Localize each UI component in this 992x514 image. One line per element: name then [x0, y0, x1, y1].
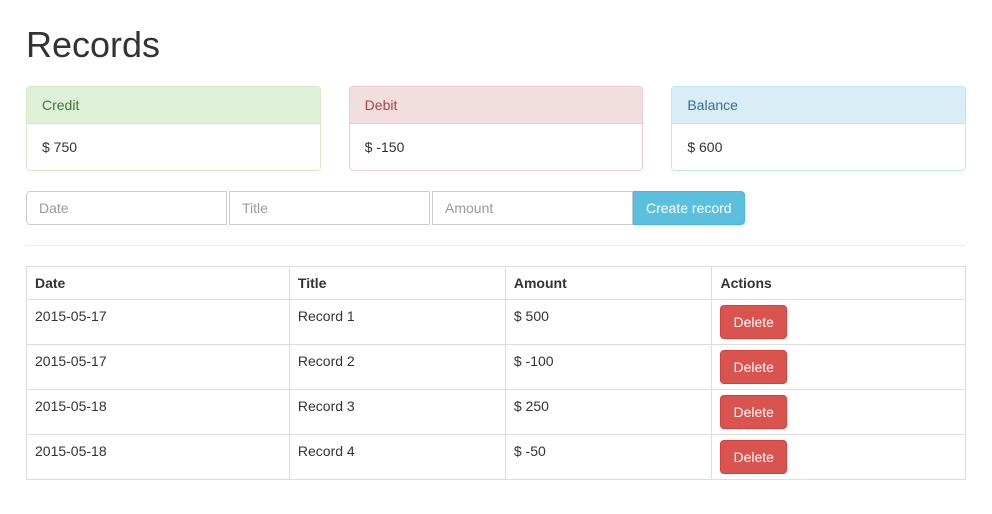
cell-actions: Delete — [712, 390, 966, 435]
cell-date: 2015-05-18 — [27, 390, 290, 435]
debit-label: Debit — [350, 87, 643, 124]
cell-actions: Delete — [712, 435, 966, 480]
divider — [26, 245, 966, 246]
cell-date: 2015-05-18 — [27, 435, 290, 480]
cell-date: 2015-05-17 — [27, 300, 290, 345]
cell-title: Record 4 — [289, 435, 505, 480]
debit-value: $ -150 — [350, 124, 643, 170]
delete-button[interactable]: Delete — [720, 395, 786, 429]
cell-amount: $ -100 — [505, 345, 712, 390]
credit-label: Credit — [27, 87, 320, 124]
table-row: 2015-05-17Record 2$ -100Delete — [27, 345, 966, 390]
cell-amount: $ -50 — [505, 435, 712, 480]
balance-panel: Balance $ 600 — [671, 86, 966, 171]
table-row: 2015-05-17Record 1$ 500Delete — [27, 300, 966, 345]
header-date: Date — [27, 267, 290, 300]
page-title: Records — [26, 24, 966, 66]
cell-actions: Delete — [712, 300, 966, 345]
balance-value: $ 600 — [672, 124, 965, 170]
summary-panels: Credit $ 750 Debit $ -150 Balance $ 600 — [26, 86, 966, 171]
cell-title: Record 1 — [289, 300, 505, 345]
create-record-button[interactable]: Create record — [633, 191, 745, 225]
amount-input[interactable] — [432, 191, 633, 225]
credit-value: $ 750 — [27, 124, 320, 170]
create-record-form: Create record — [26, 191, 966, 225]
debit-panel: Debit $ -150 — [349, 86, 644, 171]
header-amount: Amount — [505, 267, 712, 300]
date-input[interactable] — [26, 191, 227, 225]
delete-button[interactable]: Delete — [720, 440, 786, 474]
cell-date: 2015-05-17 — [27, 345, 290, 390]
cell-title: Record 3 — [289, 390, 505, 435]
table-row: 2015-05-18Record 3$ 250Delete — [27, 390, 966, 435]
credit-panel: Credit $ 750 — [26, 86, 321, 171]
delete-button[interactable]: Delete — [720, 305, 786, 339]
balance-label: Balance — [672, 87, 965, 124]
records-table: Date Title Amount Actions 2015-05-17Reco… — [26, 266, 966, 480]
header-actions: Actions — [712, 267, 966, 300]
cell-title: Record 2 — [289, 345, 505, 390]
cell-amount: $ 500 — [505, 300, 712, 345]
table-row: 2015-05-18Record 4$ -50Delete — [27, 435, 966, 480]
delete-button[interactable]: Delete — [720, 350, 786, 384]
header-title: Title — [289, 267, 505, 300]
title-input[interactable] — [229, 191, 430, 225]
cell-amount: $ 250 — [505, 390, 712, 435]
cell-actions: Delete — [712, 345, 966, 390]
